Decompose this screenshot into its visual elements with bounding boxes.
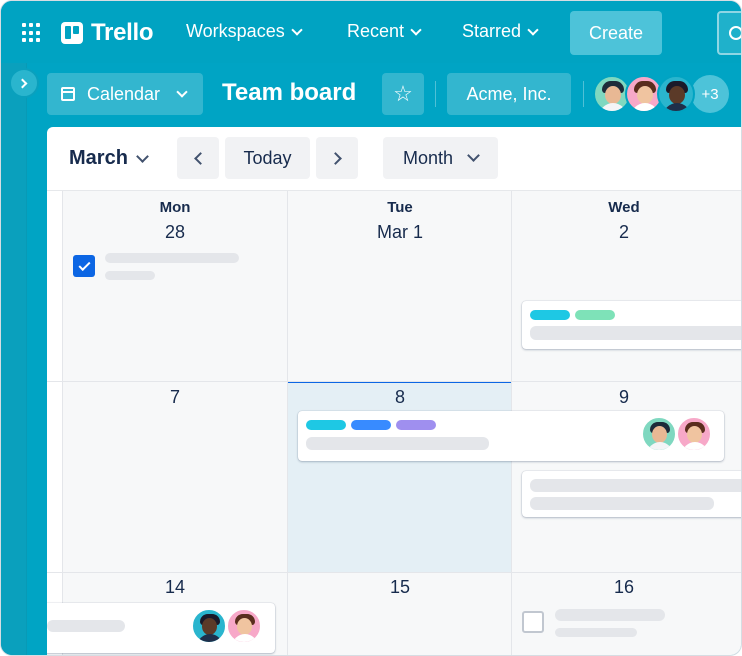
chevron-right-icon [328, 151, 342, 165]
day-number: 7 [169, 387, 180, 407]
app-switcher-icon[interactable] [22, 23, 42, 43]
view-mode-label: Month [402, 147, 454, 168]
board-header: Calendar Team board ☆ Acme, Inc. +3 [27, 63, 741, 127]
card-title-placeholder [530, 326, 741, 340]
search-icon [729, 26, 741, 40]
board-members: +3 [593, 73, 729, 115]
chevron-down-icon [410, 23, 422, 36]
chevron-down-icon [291, 23, 303, 36]
nav-recent[interactable]: Recent [347, 21, 422, 42]
search-input[interactable] [717, 11, 741, 55]
star-icon: ☆ [393, 81, 413, 106]
avatar[interactable] [657, 75, 695, 113]
check-icon [77, 258, 91, 271]
previous-button[interactable] [177, 137, 219, 179]
today-button[interactable]: Today [225, 137, 310, 179]
label-blue [351, 420, 391, 430]
nav-recent-label: Recent [347, 21, 405, 41]
grid-line [47, 381, 741, 382]
calendar-card[interactable] [522, 301, 741, 349]
label-green [575, 310, 615, 320]
day-number: 2 [618, 222, 629, 242]
day-number: Mar 1 [376, 222, 423, 242]
header-divider [583, 81, 584, 107]
label-cyan [306, 420, 346, 430]
chevron-down-icon [467, 149, 480, 162]
calendar-card-multiday[interactable] [298, 411, 724, 461]
calendar-view: March Today Month Mon Tue Wed 28 Mar 1 2… [47, 127, 741, 655]
chevron-right-icon [17, 78, 28, 88]
chevron-down-icon [136, 149, 149, 163]
chevron-left-icon [193, 151, 207, 165]
view-switcher-button[interactable]: Calendar [47, 73, 203, 115]
month-selector[interactable]: March [69, 147, 149, 170]
month-label: March [69, 147, 128, 169]
view-switcher-label: Calendar [87, 83, 161, 104]
avatar[interactable] [191, 608, 227, 644]
top-navigation: Trello Workspaces Recent Starred Create [1, 1, 741, 63]
placeholder-text [105, 271, 155, 280]
calendar-icon [61, 87, 75, 101]
avatar[interactable] [226, 608, 262, 644]
trello-logo-icon [61, 22, 83, 44]
nav-workspaces-label: Workspaces [186, 21, 285, 41]
card-title-placeholder [47, 620, 125, 632]
nav-workspaces[interactable]: Workspaces [186, 21, 303, 42]
more-members-badge[interactable]: +3 [691, 75, 729, 113]
day-number: 28 [164, 222, 186, 242]
placeholder-text [555, 609, 665, 621]
card-title-placeholder [530, 479, 741, 492]
placeholder-text [555, 628, 637, 637]
star-board-button[interactable]: ☆ [382, 73, 424, 115]
nav-starred[interactable]: Starred [462, 21, 539, 42]
calendar-card[interactable] [522, 471, 741, 517]
day-number: 16 [613, 577, 635, 597]
card-title-placeholder [306, 437, 489, 450]
workspace-button[interactable]: Acme, Inc. [447, 73, 571, 115]
day-number: 8 [394, 387, 405, 407]
avatar[interactable] [676, 416, 712, 452]
create-button[interactable]: Create [570, 11, 662, 55]
day-cell[interactable] [512, 191, 741, 381]
board-title[interactable]: Team board [222, 79, 356, 107]
dayname-mon: Mon [159, 199, 191, 216]
dayname-tue: Tue [387, 199, 413, 216]
nav-starred-label: Starred [462, 21, 522, 41]
avatar[interactable] [641, 416, 677, 452]
card-title-placeholder [530, 497, 714, 510]
day-cell[interactable] [63, 191, 287, 381]
next-button[interactable] [316, 137, 358, 179]
chevron-down-icon [527, 23, 539, 36]
label-cyan [530, 310, 570, 320]
label-purple [396, 420, 436, 430]
view-mode-select[interactable]: Month [383, 137, 498, 179]
sidebar-collapsed [1, 63, 27, 655]
dayname-wed: Wed [608, 199, 640, 216]
app-window: Trello Workspaces Recent Starred Create … [0, 0, 742, 656]
completed-checkbox[interactable] [73, 255, 95, 277]
day-number: 15 [389, 577, 411, 597]
trello-logo[interactable]: Trello [61, 19, 154, 47]
day-number: 14 [164, 577, 186, 597]
task-checkbox[interactable] [522, 611, 544, 633]
header-divider [435, 81, 436, 107]
grid-line [47, 572, 741, 573]
placeholder-text [105, 253, 239, 263]
day-cell[interactable] [288, 191, 511, 381]
chevron-down-icon [176, 86, 188, 98]
logo-text: Trello [91, 19, 154, 46]
day-cell[interactable] [63, 382, 287, 572]
calendar-toolbar: March Today Month [47, 127, 741, 191]
calendar-card[interactable] [47, 603, 275, 653]
day-number: 9 [618, 387, 629, 407]
month-grid: Mon Tue Wed 28 Mar 1 2 7 8 9 14 15 16 [47, 191, 741, 655]
